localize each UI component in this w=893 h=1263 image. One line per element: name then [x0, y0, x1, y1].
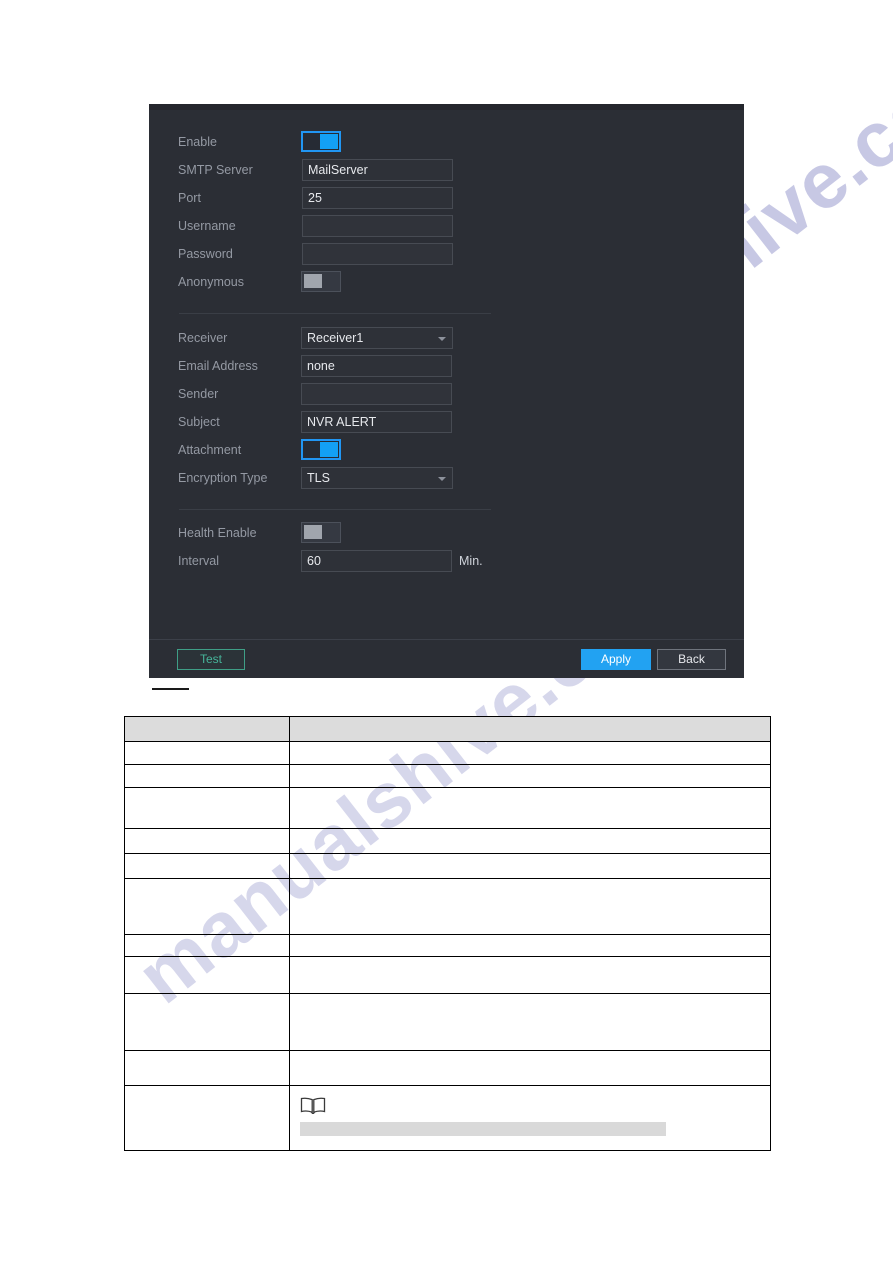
- chevron-down-icon: [438, 477, 446, 481]
- table-cell-description: [289, 1050, 771, 1086]
- receiver-select[interactable]: Receiver1: [301, 327, 453, 349]
- table-cell-parameter: [124, 787, 290, 829]
- table-cell-description: [289, 741, 771, 765]
- section-divider-1: [179, 313, 491, 314]
- password-input[interactable]: [302, 243, 453, 265]
- table-row: [124, 878, 771, 935]
- chevron-down-icon: [438, 337, 446, 341]
- table-cell-description: [289, 828, 771, 854]
- label-enable: Enable: [178, 135, 217, 149]
- table-cell-description: [289, 853, 771, 879]
- form-row-anonymous: Anonymous: [149, 268, 744, 296]
- section-divider-2: [179, 509, 491, 510]
- table-cell-description: [289, 787, 771, 829]
- table-cell-description: [289, 934, 771, 957]
- attachment-toggle[interactable]: [301, 439, 341, 460]
- table-row: [124, 993, 771, 1051]
- table-row: [124, 956, 771, 994]
- label-password: Password: [178, 247, 233, 261]
- form-row-health-enable: Health Enable: [149, 519, 744, 547]
- table-row: [124, 853, 771, 879]
- table-row: [124, 764, 771, 788]
- table-cell-description: [289, 956, 771, 994]
- port-input[interactable]: 25: [302, 187, 453, 209]
- label-encryption-type: Encryption Type: [178, 471, 268, 485]
- table-header-parameter: [124, 716, 290, 742]
- table-cell-description: [289, 878, 771, 935]
- email-settings-dialog: Enable SMTP Server MailServer Port 25 Us…: [149, 104, 744, 678]
- encryption-type-select[interactable]: TLS: [301, 467, 453, 489]
- form-row-smtp-server: SMTP Server MailServer: [149, 156, 744, 184]
- receiver-select-value: Receiver1: [307, 331, 364, 345]
- form-row-port: Port 25: [149, 184, 744, 212]
- form-row-email-address: Email Address none: [149, 352, 744, 380]
- label-smtp-server: SMTP Server: [178, 163, 253, 177]
- table-cell-parameter: [124, 741, 290, 765]
- table-cell-description: [289, 993, 771, 1051]
- label-subject: Subject: [178, 415, 220, 429]
- form-row-interval: Interval 60 Min.: [149, 547, 744, 575]
- table-cell-parameter: [124, 956, 290, 994]
- table-cell-parameter: [124, 1085, 290, 1151]
- figure-caption-rule: [152, 688, 189, 690]
- table-cell-parameter: [124, 853, 290, 879]
- table-header-row: [124, 716, 771, 742]
- label-sender: Sender: [178, 387, 219, 401]
- username-input[interactable]: [302, 215, 453, 237]
- table-row: [124, 1050, 771, 1086]
- table-header-description: [289, 716, 771, 742]
- table-cell-parameter: [124, 934, 290, 957]
- test-button[interactable]: Test: [177, 649, 245, 670]
- dialog-footer: Test Apply Back: [149, 639, 744, 678]
- toggle-knob: [320, 134, 338, 149]
- table-cell-parameter: [124, 1050, 290, 1086]
- form-row-username: Username: [149, 212, 744, 240]
- enable-toggle[interactable]: [301, 131, 341, 152]
- toggle-knob: [304, 274, 322, 288]
- label-username: Username: [178, 219, 236, 233]
- label-email-address: Email Address: [178, 359, 258, 373]
- label-interval: Interval: [178, 554, 219, 568]
- toggle-knob: [304, 525, 322, 539]
- table-row-note: [124, 1085, 771, 1151]
- form-row-encryption-type: Encryption Type TLS: [149, 464, 744, 492]
- table-cell-description: [289, 764, 771, 788]
- note-redacted-text: [300, 1122, 666, 1136]
- encryption-type-select-value: TLS: [307, 471, 330, 485]
- dialog-form-body: Enable SMTP Server MailServer Port 25 Us…: [149, 110, 744, 640]
- table-cell-parameter: [124, 764, 290, 788]
- table-cell-parameter: [124, 828, 290, 854]
- form-row-subject: Subject NVR ALERT: [149, 408, 744, 436]
- table-row: [124, 828, 771, 854]
- label-receiver: Receiver: [178, 331, 228, 345]
- interval-input[interactable]: 60: [301, 550, 452, 572]
- form-row-enable: Enable: [149, 128, 744, 156]
- health-enable-toggle[interactable]: [301, 522, 341, 543]
- smtp-server-input[interactable]: MailServer: [302, 159, 453, 181]
- parameter-description-table: [124, 716, 771, 1151]
- table-cell-parameter: [124, 878, 290, 935]
- table-cell-parameter: [124, 993, 290, 1051]
- label-port: Port: [178, 191, 201, 205]
- table-row: [124, 934, 771, 957]
- table-cell-note: [289, 1085, 771, 1151]
- back-button[interactable]: Back: [657, 649, 726, 670]
- subject-input[interactable]: NVR ALERT: [301, 411, 452, 433]
- table-row: [124, 787, 771, 829]
- form-row-receiver: Receiver Receiver1: [149, 324, 744, 352]
- book-icon: [300, 1097, 326, 1115]
- form-row-attachment: Attachment: [149, 436, 744, 464]
- label-attachment: Attachment: [178, 443, 242, 457]
- sender-input[interactable]: [301, 383, 452, 405]
- form-row-password: Password: [149, 240, 744, 268]
- table-row: [124, 741, 771, 765]
- email-address-input[interactable]: none: [301, 355, 452, 377]
- label-anonymous: Anonymous: [178, 275, 245, 289]
- label-health-enable: Health Enable: [178, 526, 257, 540]
- toggle-knob: [320, 442, 338, 457]
- form-row-sender: Sender: [149, 380, 744, 408]
- apply-button[interactable]: Apply: [581, 649, 651, 670]
- anonymous-toggle[interactable]: [301, 271, 341, 292]
- interval-unit-label: Min.: [459, 554, 483, 568]
